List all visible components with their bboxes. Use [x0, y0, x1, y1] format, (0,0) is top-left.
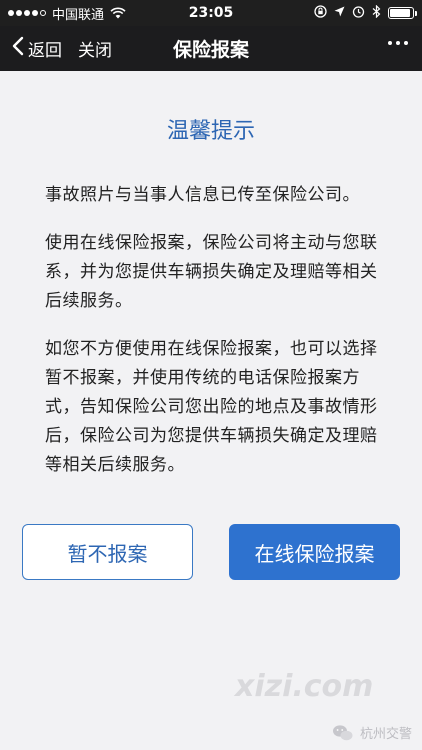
location-icon	[334, 6, 345, 21]
rotation-lock-icon	[314, 4, 327, 22]
status-time: 23:05	[188, 5, 234, 21]
nav-bar: 返回 关闭 保险报案	[0, 26, 422, 71]
online-report-button[interactable]: 在线保险报案	[229, 524, 400, 580]
status-left: 中国联通	[8, 4, 126, 23]
more-menu-icon[interactable]	[388, 41, 408, 45]
notice-title: 温馨提示	[166, 119, 255, 144]
status-right	[314, 4, 417, 22]
decline-report-button[interactable]: 暂不报案	[22, 524, 193, 580]
notice-paragraph-2: 使用在线保险报案，保险公司将主动与您联系，并为您提供车辆损失确定及理赔等相关后续…	[45, 233, 378, 311]
carrier-name: 中国联通	[52, 7, 105, 23]
signal-strength-icon	[8, 10, 46, 16]
wifi-icon	[110, 7, 126, 19]
close-button[interactable]: 关闭	[78, 36, 112, 61]
back-button[interactable]: 返回	[12, 36, 62, 61]
notice-paragraph-3: 如您不方便使用在线保险报案，也可以选择暂不报案，并使用传统的电话保险报案方式，告…	[45, 339, 378, 475]
content-area: 温馨提示 事故照片与当事人信息已传至保险公司。 使用在线保险报案，保险公司将主动…	[0, 71, 422, 750]
account-name: 杭州交警	[359, 727, 412, 742]
notice-paragraph-1: 事故照片与当事人信息已传至保险公司。	[45, 185, 360, 205]
account-badge: 杭州交警	[332, 723, 412, 742]
wechat-icon	[332, 724, 354, 742]
battery-icon	[388, 7, 417, 19]
page-title: 保险报案	[172, 39, 250, 61]
site-watermark: xizi.com	[235, 669, 374, 704]
chevron-left-icon	[12, 36, 24, 61]
nav-left: 返回 关闭	[0, 36, 112, 61]
alarm-icon	[352, 5, 365, 22]
bluetooth-icon	[372, 4, 381, 22]
status-bar: 中国联通 23:05	[0, 0, 422, 26]
back-label: 返回	[28, 41, 62, 61]
